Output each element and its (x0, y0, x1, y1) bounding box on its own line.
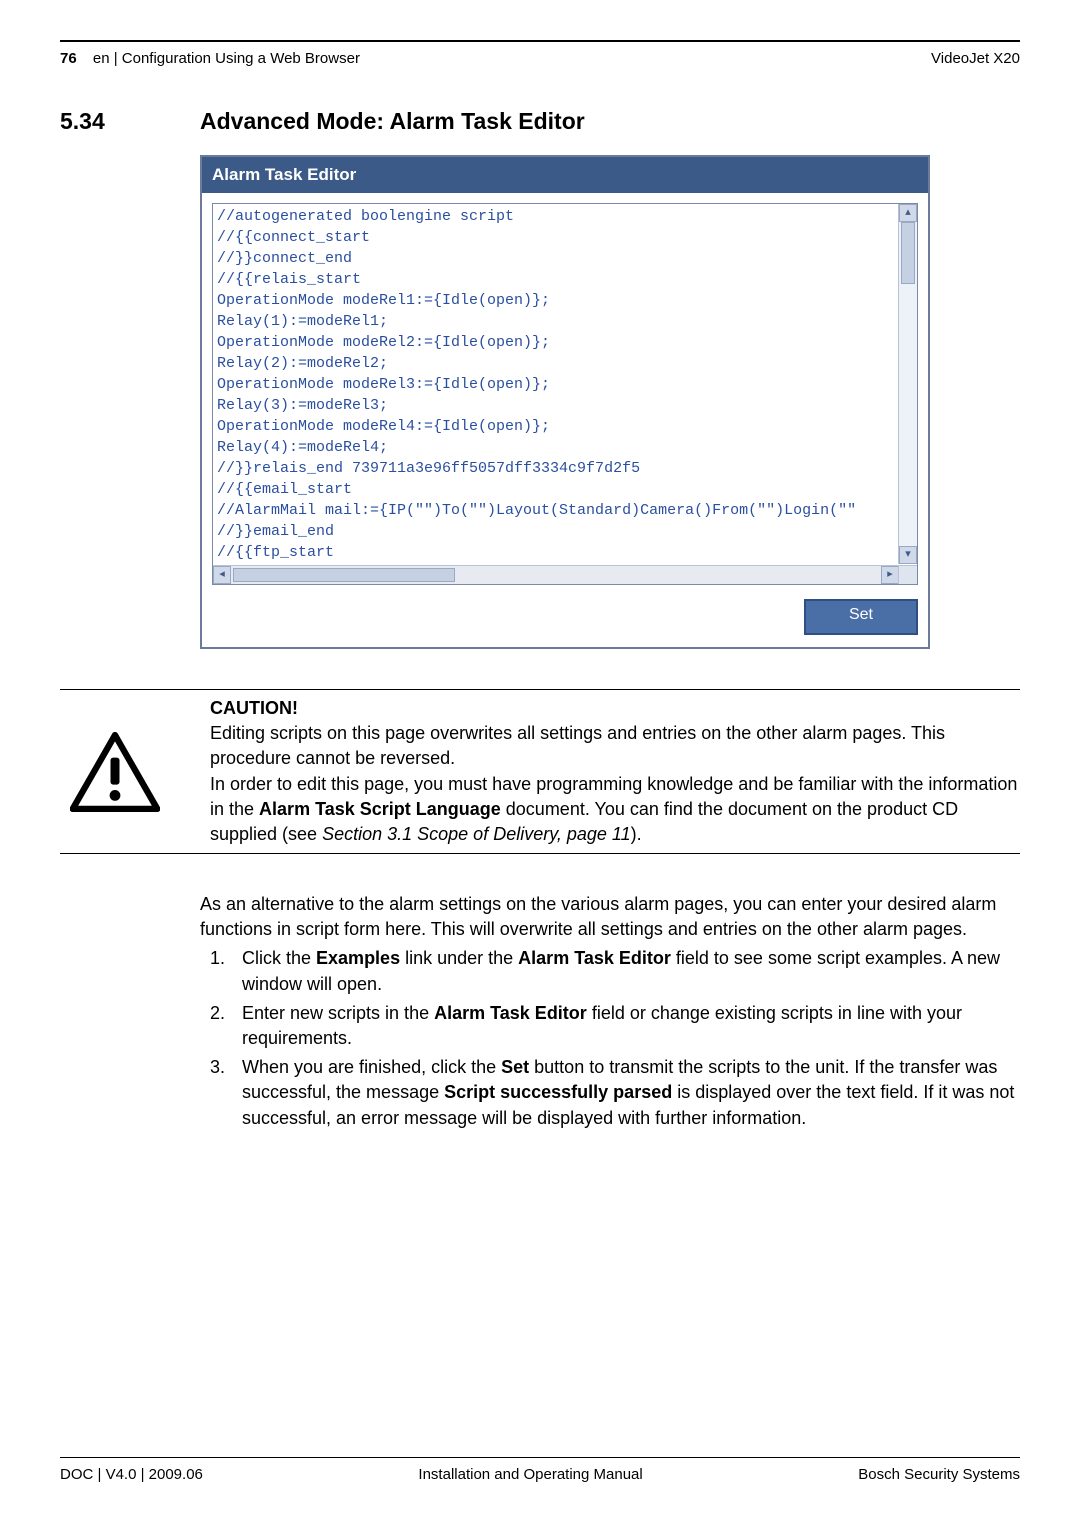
vertical-scroll-thumb[interactable] (901, 222, 915, 284)
caution-line-2: In order to edit this page, you must hav… (210, 772, 1020, 848)
horizontal-scroll-thumb[interactable] (233, 568, 455, 582)
step-1: Click the Examples link under the Alarm … (230, 946, 1020, 996)
page-footer: DOC | V4.0 | 2009.06 Installation and Op… (60, 1464, 1020, 1485)
header-right-text: VideoJet X20 (931, 48, 1020, 69)
footer-right: Bosch Security Systems (858, 1464, 1020, 1485)
caution-line-1: Editing scripts on this page overwrites … (210, 721, 1020, 771)
caution-icon (60, 696, 210, 847)
step-2: Enter new scripts in the Alarm Task Edit… (230, 1001, 1020, 1051)
step-3: When you are finished, click the Set but… (230, 1055, 1020, 1131)
script-textarea[interactable]: //autogenerated boolengine script //{{co… (212, 203, 918, 585)
page-number: 76 (60, 50, 77, 67)
footer-left: DOC | V4.0 | 2009.06 (60, 1464, 203, 1485)
header-left-text: en | Configuration Using a Web Browser (93, 50, 360, 67)
scroll-up-icon[interactable]: ▴ (899, 204, 917, 222)
scrollbar-corner (898, 565, 917, 584)
editor-titlebar: Alarm Task Editor (202, 157, 928, 193)
vertical-scrollbar[interactable]: ▴ ▾ (898, 204, 917, 564)
script-code[interactable]: //autogenerated boolengine script //{{co… (217, 206, 895, 562)
scroll-left-icon[interactable]: ◂ (213, 566, 231, 584)
alarm-task-editor-panel: Alarm Task Editor //autogenerated boolen… (200, 155, 930, 649)
section-number: 5.34 (60, 105, 200, 137)
scroll-right-icon[interactable]: ▸ (881, 566, 899, 584)
footer-center: Installation and Operating Manual (418, 1464, 642, 1485)
section-title: Advanced Mode: Alarm Task Editor (200, 105, 585, 137)
caution-title: CAUTION! (210, 696, 1020, 721)
horizontal-scrollbar[interactable]: ◂ ▸ (213, 565, 899, 584)
body-paragraph: As an alternative to the alarm settings … (200, 892, 1020, 942)
scroll-down-icon[interactable]: ▾ (899, 546, 917, 564)
set-button[interactable]: Set (804, 599, 918, 635)
page-header: 76 en | Configuration Using a Web Browse… (60, 48, 1020, 69)
